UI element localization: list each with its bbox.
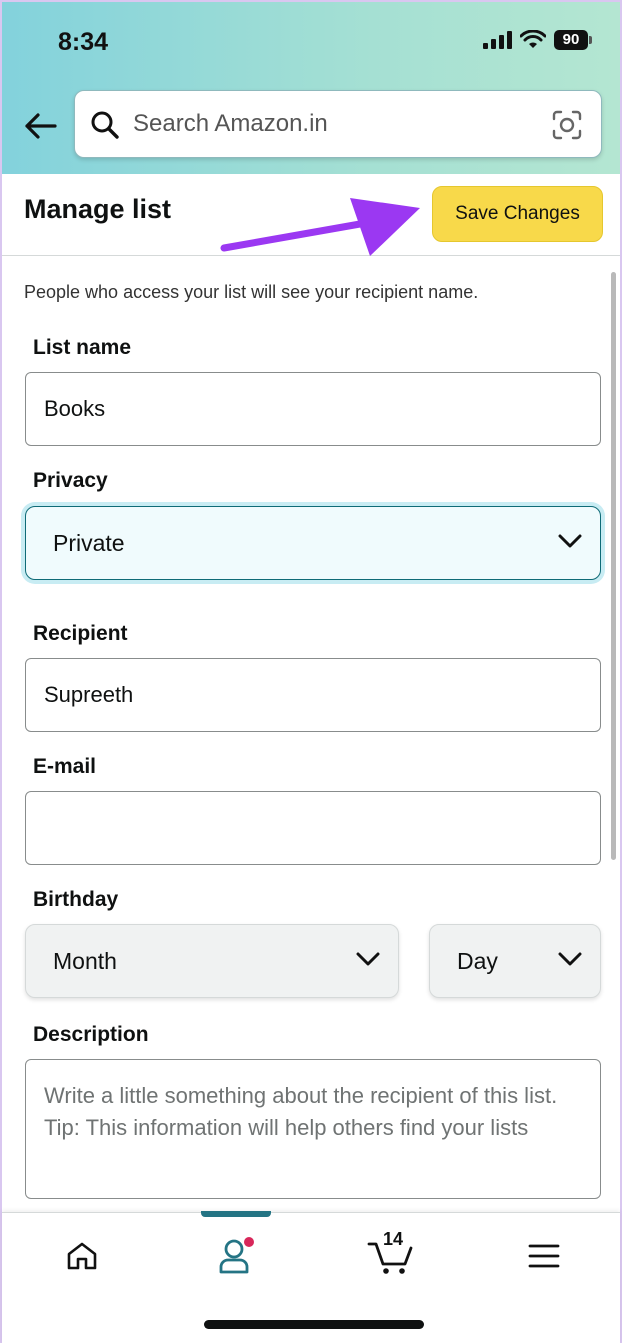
back-button[interactable]: [20, 106, 60, 146]
recipient-input[interactable]: Supreeth: [25, 658, 601, 732]
save-changes-button[interactable]: Save Changes: [432, 186, 603, 242]
search-input[interactable]: [133, 91, 533, 157]
nav-menu[interactable]: [514, 1231, 574, 1281]
status-icons: 90: [483, 30, 592, 50]
battery-icon: 90: [554, 30, 592, 50]
nav-account[interactable]: [206, 1231, 266, 1281]
signal-icon: [483, 31, 512, 49]
privacy-select[interactable]: Private: [25, 506, 601, 580]
search-bar[interactable]: [74, 90, 602, 158]
app-header: 8:34 90: [2, 2, 620, 174]
annotation-arrow-icon: [220, 198, 420, 256]
recipient-note: People who access your list will see you…: [24, 282, 479, 302]
chevron-down-icon: [558, 952, 582, 966]
email-label: E-mail: [33, 755, 97, 778]
home-icon: [67, 1242, 97, 1270]
back-arrow-icon: [25, 113, 57, 139]
menu-icon: [528, 1244, 560, 1268]
chevron-down-icon: [558, 534, 582, 548]
account-icon: [219, 1237, 254, 1274]
nav-home[interactable]: [52, 1231, 112, 1281]
notification-dot-icon: [244, 1237, 254, 1247]
privacy-label: Privacy: [33, 469, 108, 492]
active-tab-indicator: [201, 1211, 271, 1217]
month-value: Month: [53, 947, 117, 974]
wifi-icon: [520, 30, 546, 48]
scrollbar[interactable]: [611, 272, 616, 860]
birthday-label: Birthday: [33, 888, 119, 911]
email-input[interactable]: [25, 791, 601, 865]
list-name-input[interactable]: Books: [25, 372, 601, 446]
camera-scan-icon[interactable]: [551, 109, 583, 141]
recipient-label: Recipient: [33, 622, 128, 645]
privacy-value: Private: [53, 529, 125, 556]
chevron-down-icon: [356, 952, 380, 966]
home-indicator: [204, 1320, 424, 1329]
status-time: 8:34: [58, 28, 109, 56]
birthday-month-select[interactable]: Month: [25, 924, 399, 998]
day-value: Day: [457, 947, 498, 974]
search-icon: [91, 111, 119, 139]
list-name-label: List name: [33, 336, 132, 359]
page-title: Manage list: [24, 194, 172, 224]
birthday-day-select[interactable]: Day: [429, 924, 601, 998]
description-textarea[interactable]: Write a little something about the recip…: [25, 1059, 601, 1199]
cart-count-badge: 14: [383, 1229, 404, 1249]
description-label: Description: [33, 1023, 149, 1046]
